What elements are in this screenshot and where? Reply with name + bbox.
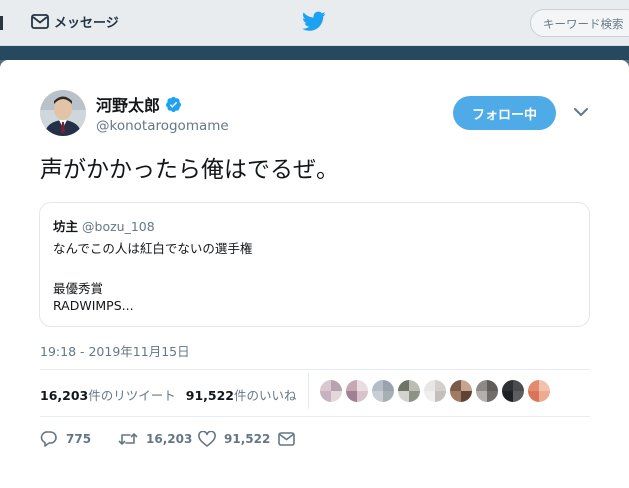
- retweet-button[interactable]: 16,203: [118, 431, 198, 447]
- quoted-tweet[interactable]: 坊主 @bozu_108 なんでこの人は紅白でないの選手権 最優秀賞 RADWIM…: [39, 202, 590, 327]
- author-name[interactable]: 河野太郎: [96, 92, 160, 116]
- direct-message-icon: [278, 431, 295, 446]
- retweet-icon: [118, 432, 138, 445]
- like-button[interactable]: 91,522: [198, 430, 278, 447]
- tweet-text: 声がかかったら俺はでるぜ。: [40, 157, 339, 183]
- quoted-tweet-header: 坊主 @bozu_108: [53, 216, 155, 235]
- liker-avatar[interactable]: [450, 380, 472, 402]
- liker-avatar[interactable]: [398, 380, 420, 402]
- liker-avatar[interactable]: [424, 380, 446, 402]
- author-name-row[interactable]: 河野太郎: [96, 92, 182, 116]
- engagement-stats: 16,203件のリツイート 91,522件のいいね: [40, 385, 297, 404]
- tweet-card: 河野太郎 @konotarogomame フォロー中 声がかかったら俺はでるぜ。…: [0, 60, 629, 488]
- like-stat[interactable]: 91,522件のいいね: [186, 388, 297, 403]
- like-count: 91,522: [224, 431, 271, 446]
- retweet-stat-label: 件のリツイート: [88, 388, 176, 403]
- liker-avatar[interactable]: [320, 380, 342, 402]
- retweet-stat[interactable]: 16,203件のリツイート: [40, 388, 176, 403]
- liker-avatar[interactable]: [476, 380, 498, 402]
- direct-message-button[interactable]: [278, 431, 295, 446]
- chevron-down-icon[interactable]: [573, 106, 589, 118]
- envelope-icon: [31, 14, 49, 29]
- search-placeholder: キーワード検索: [543, 17, 624, 31]
- quoted-author-name: 坊主: [53, 219, 79, 234]
- reply-count: 775: [66, 431, 92, 446]
- search-input[interactable]: キーワード検索: [530, 9, 629, 37]
- avatar[interactable]: [40, 90, 86, 136]
- stats-separator: [308, 373, 309, 409]
- quoted-text-line: 最優秀賞: [53, 281, 104, 296]
- author-handle[interactable]: @konotarogomame: [96, 118, 229, 134]
- divider: [40, 369, 590, 370]
- retweet-count: 16,203: [146, 431, 193, 446]
- like-stat-label: 件のいいね: [234, 388, 297, 403]
- avatar-image: [40, 90, 86, 136]
- quoted-text-line: なんでこの人は紅白でないの選手権: [53, 241, 253, 256]
- reply-button[interactable]: 775: [40, 430, 118, 447]
- nav-home-edge[interactable]: [0, 16, 3, 30]
- top-navigation: メッセージ キーワード検索: [0, 0, 629, 46]
- liker-avatar[interactable]: [502, 380, 524, 402]
- bird-logo-icon[interactable]: [302, 11, 326, 32]
- liker-avatar[interactable]: [346, 380, 368, 402]
- quoted-author-handle: @bozu_108: [82, 219, 155, 234]
- follow-button[interactable]: フォロー中: [453, 96, 556, 130]
- liker-avatar[interactable]: [372, 380, 394, 402]
- liker-avatar[interactable]: [528, 380, 550, 402]
- overlay-backdrop[interactable]: [0, 46, 629, 60]
- messages-link[interactable]: メッセージ: [31, 12, 119, 31]
- liker-avatars: [320, 380, 550, 402]
- verified-badge-icon: [166, 96, 181, 112]
- retweet-stat-count: 16,203: [40, 388, 89, 403]
- tweet-timestamp[interactable]: 19:18 - 2019年11月15日: [40, 341, 190, 360]
- tweet-actions: 775 16,203 91,522: [40, 430, 295, 447]
- quoted-text-line: RADWIMPS...: [53, 298, 134, 313]
- heart-icon: [198, 430, 216, 447]
- messages-label: メッセージ: [54, 16, 119, 31]
- divider: [40, 416, 590, 417]
- like-stat-count: 91,522: [185, 388, 235, 403]
- reply-icon: [40, 431, 57, 447]
